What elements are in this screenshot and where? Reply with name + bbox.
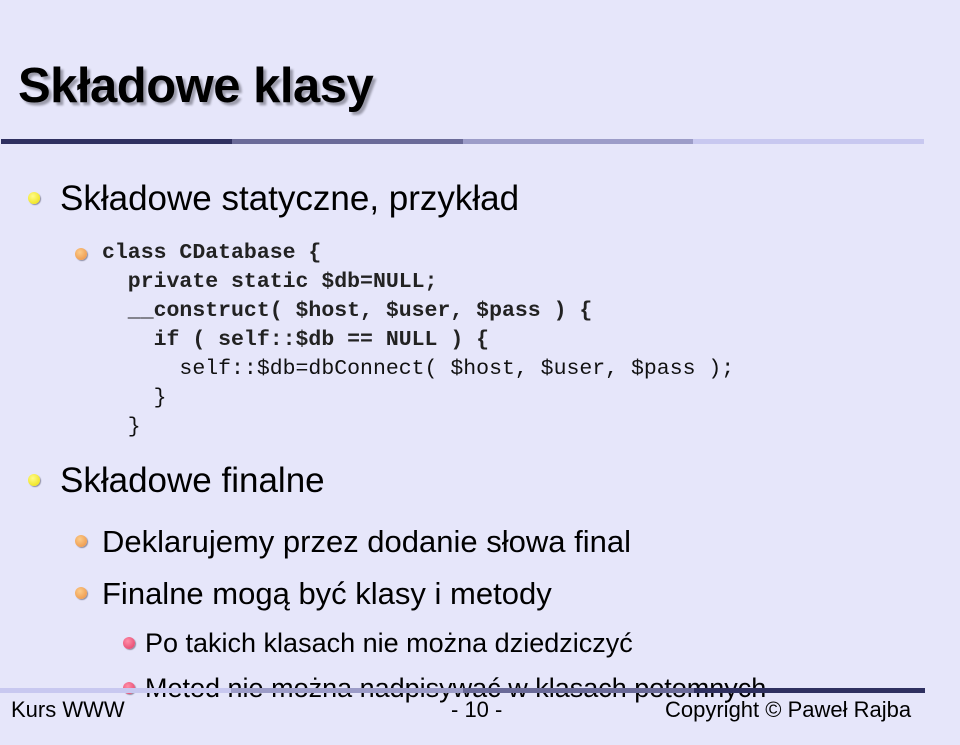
section-heading-final: Składowe finalne: [60, 461, 325, 500]
bullet-level2-icon: [75, 587, 87, 599]
divider-segment: [693, 139, 924, 144]
divider-segment: [693, 688, 925, 693]
bullet-level2-icon: [75, 535, 87, 547]
code-line: }: [102, 386, 167, 410]
code-line: self::$db=dbConnect( $host, $user, $pass…: [102, 357, 735, 381]
title-divider: [1, 139, 924, 144]
divider-segment: [462, 139, 694, 144]
code-line: private static $db=NULL;: [102, 270, 438, 294]
footer-page-number: - 10 -: [451, 697, 503, 722]
slide-title: Składowe klasy: [18, 59, 374, 113]
footer-copyright: Copyright © Paweł Rajba: [665, 697, 912, 722]
list-item: Finalne mogą być klasy i metody: [102, 576, 552, 611]
divider-segment: [0, 688, 232, 693]
footer-course: Kurs WWW: [11, 697, 125, 722]
code-line: __construct( $host, $user, $pass ) {: [102, 299, 593, 323]
footer-divider: [0, 688, 925, 693]
list-item: Deklarujemy przez dodanie słowa final: [102, 524, 631, 559]
bullet-level1-icon: [28, 192, 40, 204]
list-subitem: Po takich klasach nie można dziedziczyć: [145, 628, 633, 658]
code-line: if ( self::$db == NULL ) {: [102, 328, 490, 352]
divider-segment: [462, 688, 694, 693]
bullet-level1-icon: [28, 474, 40, 486]
divider-segment: [1, 139, 232, 144]
bullet-level3-icon: [123, 637, 135, 649]
section-heading-static: Składowe statyczne, przykład: [60, 179, 520, 218]
divider-segment: [231, 688, 463, 693]
code-line: }: [102, 415, 141, 439]
bullet-level2-icon: [75, 248, 87, 260]
code-line: class CDatabase {: [102, 241, 322, 265]
divider-segment: [231, 139, 463, 144]
